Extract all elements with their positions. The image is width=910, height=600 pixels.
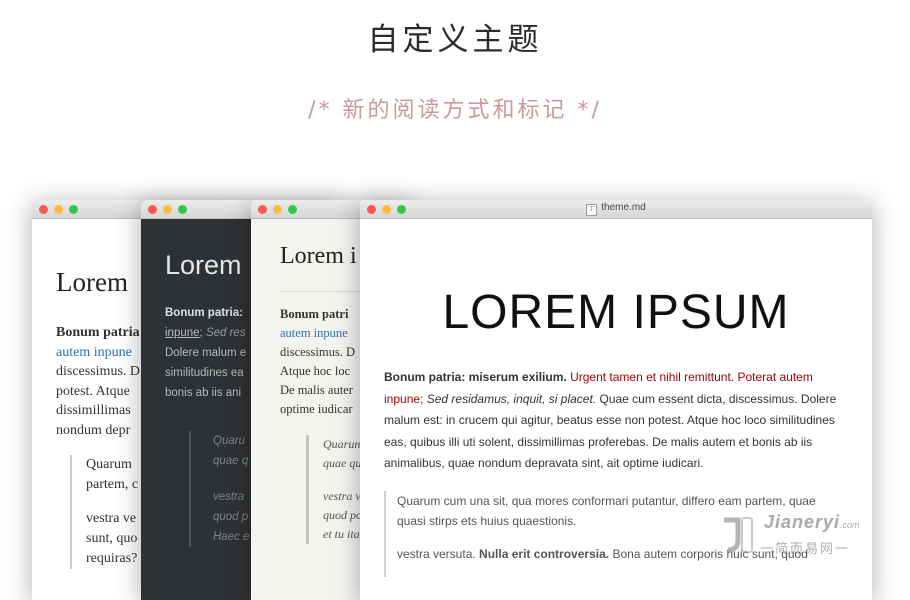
watermark-name: Jianeryi.com	[764, 512, 860, 532]
text-line: quae q	[213, 455, 249, 467]
watermark: Jianeryi.com 一简而易网一	[720, 510, 905, 570]
document-heading: Lorem	[56, 267, 128, 297]
file-name: theme.md	[601, 202, 646, 213]
minimize-button[interactable]	[273, 205, 282, 214]
document-link[interactable]: autem inpune	[56, 345, 132, 360]
text-line: quod p	[213, 511, 249, 523]
text-line: vestra v	[323, 489, 361, 503]
text-line: Quaru	[213, 435, 245, 447]
text-line: sunt, quo	[86, 531, 138, 546]
bold-text: Bonum patria: miserum exilium.	[384, 370, 567, 384]
bold-text: Bonum patria:	[165, 307, 243, 319]
close-button[interactable]	[39, 205, 48, 214]
zoom-button[interactable]	[69, 205, 78, 214]
text-line: potest. Atque	[56, 383, 130, 399]
document-link[interactable]: autem inpune	[280, 326, 348, 340]
text-line: Quarun	[323, 437, 361, 451]
document-heading: Lorem i	[280, 243, 357, 269]
bold-text: Nulla erit controversia.	[479, 547, 610, 561]
text-line: Quarum	[86, 457, 132, 472]
text-line: De malis auter	[280, 383, 353, 397]
text-line: nondum depr	[56, 422, 131, 438]
text-line: quod po	[323, 508, 362, 522]
text-line: Haec e	[213, 531, 250, 543]
text-line: similitudines ea	[165, 367, 244, 379]
text-line: bonis ab iis ani	[165, 387, 242, 399]
bold-text: Bonum patri	[280, 307, 349, 321]
zoom-button[interactable]	[288, 205, 297, 214]
window-titlebar[interactable]: Ttheme.md	[360, 200, 872, 219]
text-line: Dolere malum e	[165, 347, 247, 359]
zoom-button[interactable]	[178, 205, 187, 214]
text-line: partem, c	[86, 477, 139, 492]
document-link[interactable]: inpune	[165, 327, 200, 339]
jianeryi-logo-icon	[724, 517, 753, 553]
text-line: vestra	[213, 491, 245, 503]
text-line: quae qu	[323, 456, 362, 470]
document-icon: T	[586, 204, 598, 216]
text-line: discessimus. D	[280, 345, 355, 359]
text-line: vestra ve	[86, 511, 137, 526]
document-heading: LOREM IPSUM	[442, 286, 790, 339]
text-line: requiras?	[86, 551, 138, 566]
page-title: 自定义主题	[367, 22, 543, 58]
close-button[interactable]	[148, 205, 157, 214]
document-heading: Lorem	[165, 250, 242, 280]
text-line: Atque hoc loc	[280, 364, 351, 378]
window-title: Ttheme.md	[360, 202, 872, 216]
text-line: dissimillimas	[56, 403, 131, 419]
text-span: vestra versuta.	[397, 547, 476, 561]
italic-text: Sed residamus, inquit, si placet.	[426, 391, 597, 406]
minimize-button[interactable]	[54, 205, 63, 214]
page-subtitle: /* 新的阅读方式和标记 */	[308, 98, 602, 123]
bold-text: Bonum patria	[56, 325, 140, 340]
close-button[interactable]	[258, 205, 267, 214]
text-line: et tu ita	[323, 527, 360, 541]
document-paragraph: Bonum patria: miserum exilium. Urgent ta…	[384, 370, 837, 470]
watermark-subtitle: 一简而易网一	[760, 542, 851, 557]
text-line: discessimus. D	[56, 364, 140, 380]
minimize-button[interactable]	[163, 205, 172, 214]
italic-text: Sed res	[205, 327, 246, 339]
text-line: optime iudicar	[280, 402, 353, 416]
